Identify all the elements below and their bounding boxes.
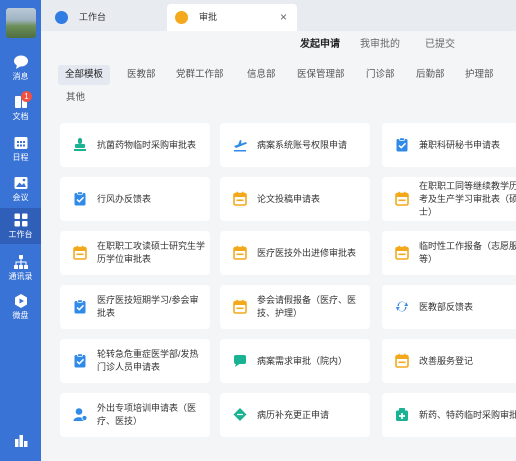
clipboard-check-icon (74, 191, 86, 206)
template-card-label: 新药、特药临时采购审批表 (419, 409, 516, 420)
calendar-icon (233, 191, 247, 206)
rail-label: 文档 (12, 112, 29, 121)
rail-item-meeting[interactable]: 会议 (0, 175, 41, 203)
category-all[interactable]: 全部模板 (58, 65, 111, 85)
person-icon (73, 408, 87, 421)
notification-badge: 1 (21, 91, 32, 102)
template-card-label: 参会请假报备（医疗、医技、护理） (257, 295, 357, 318)
rail-label: 消息 (12, 72, 29, 81)
rail-item-disk[interactable]: 微盘 (0, 293, 41, 321)
template-card-label: 行风办反馈表 (97, 193, 152, 204)
template-card[interactable]: 参会请假报备（医疗、医技、护理） (220, 285, 370, 329)
chat-icon (234, 355, 246, 367)
stamp-icon (74, 138, 86, 151)
calendar-icon (395, 245, 409, 260)
clipboard-check-icon (396, 137, 408, 152)
template-card[interactable]: 外出专项培训申请表（医疗、医技） (60, 393, 210, 437)
template-card[interactable]: 论文投稿申请表 (220, 177, 370, 221)
left-rail: 消息 文档 1 日程 会议 工作台 通讯录 微盘 (0, 0, 41, 461)
template-card-label: 兼职科研秘书申请表 (419, 139, 501, 150)
template-card[interactable]: 轮转急危重症医学部/发热门诊人员申请表 (60, 339, 210, 383)
category-item[interactable]: 党群工作部 (176, 65, 224, 85)
template-card-label: 在职职工攻读硕士研究生学历学位审批表 (97, 241, 206, 264)
category-item[interactable]: 门诊部 (366, 65, 395, 85)
category-item[interactable]: 医教部 (127, 65, 156, 85)
tab-label: 审批 (199, 12, 218, 22)
template-card-label: 医疗医技外出进修审批表 (257, 247, 357, 258)
template-card-label: 改善服务登记 (419, 355, 474, 366)
apps-icon (14, 435, 27, 447)
grid-icon (14, 213, 27, 227)
rail-item-calendar[interactable]: 日程 (0, 135, 41, 163)
template-card[interactable]: 在职职工同等继续教学历报考及生产学习审批表（硕士） (382, 177, 516, 221)
tab-workbench[interactable]: 工作台 (47, 4, 165, 31)
category-item[interactable]: 后勤部 (416, 65, 445, 85)
diamond-icon (233, 408, 247, 421)
calendar-icon (395, 191, 409, 206)
calendar-icon (395, 353, 409, 368)
segment-initiate[interactable]: 发起申请 (300, 35, 340, 50)
rail-item-apps[interactable] (0, 432, 41, 448)
template-card[interactable]: 行风办反馈表 (60, 177, 210, 221)
template-card-label: 病案系统账号权限申请 (257, 139, 348, 150)
template-card[interactable]: 医疗医技短期学习/参会审批表 (60, 285, 210, 329)
calendar-icon (233, 299, 247, 314)
rail-item-workbench[interactable]: 工作台 (0, 208, 41, 244)
clipboard-check-icon (74, 353, 86, 368)
segment-submitted[interactable]: 已提交 (425, 35, 455, 50)
tab-bar: 工作台 审批 × (41, 0, 516, 31)
rail-label: 工作台 (8, 230, 33, 239)
rail-label: 通讯录 (8, 272, 33, 281)
tab-label: 工作台 (79, 12, 107, 22)
rail-label: 日程 (12, 153, 29, 162)
template-card[interactable]: 医教部反馈表 (382, 285, 516, 329)
workbench-icon (55, 11, 68, 24)
contacts-icon (13, 255, 28, 269)
airplane-icon (234, 140, 247, 152)
close-icon[interactable]: × (280, 4, 287, 31)
rail-label: 会议 (12, 193, 29, 202)
template-card[interactable]: 新药、特药临时采购审批表 (382, 393, 516, 437)
template-card[interactable]: 病历补充更正申请 (220, 393, 370, 437)
template-card-label: 论文投稿申请表 (257, 193, 321, 204)
template-card-label: 抗菌药物临时采购审批表 (97, 139, 197, 150)
approval-icon (175, 11, 188, 24)
tab-approval[interactable]: 审批 × (167, 4, 297, 31)
medicine-icon (396, 408, 408, 421)
chat-bubble-icon (13, 55, 28, 69)
template-card[interactable]: 病案系统账号权限申请 (220, 123, 370, 167)
cloud-disk-icon (14, 294, 27, 308)
calendar-icon (233, 245, 247, 260)
template-card-label: 医教部反馈表 (419, 301, 474, 312)
segment-my-approvals[interactable]: 我审批的 (360, 35, 400, 50)
calendar-icon (14, 137, 27, 149)
template-card-label: 病案需求审批（院内） (257, 355, 348, 366)
template-card[interactable]: 临时性工作报备（志愿服务等） (382, 231, 516, 275)
rail-item-messages[interactable]: 消息 (0, 54, 41, 82)
rail-label: 微盘 (12, 311, 29, 320)
rail-item-contacts[interactable]: 通讯录 (0, 254, 41, 282)
clipboard-check-icon (74, 299, 86, 314)
main-panel: 发起申请 我审批的 已提交 全部模板 医教部 党群工作部 信息部 医保管理部 门… (41, 31, 516, 461)
template-card[interactable]: 病案需求审批（院内） (220, 339, 370, 383)
calendar-icon (73, 245, 87, 260)
template-card[interactable]: 医疗医技外出进修审批表 (220, 231, 370, 275)
avatar[interactable] (6, 8, 36, 38)
category-item[interactable]: 信息部 (247, 65, 276, 85)
template-card-label: 病历补充更正申请 (257, 409, 330, 420)
template-card-label: 临时性工作报备（志愿服务等） (419, 241, 516, 264)
template-card-label: 轮转急危重症医学部/发热门诊人员申请表 (97, 349, 199, 372)
refresh-icon (396, 301, 408, 312)
template-card[interactable]: 兼职科研秘书申请表 (382, 123, 516, 167)
template-card-label: 医疗医技短期学习/参会审批表 (97, 295, 199, 318)
template-card[interactable]: 抗菌药物临时采购审批表 (60, 123, 210, 167)
category-item[interactable]: 其他 (66, 88, 85, 108)
category-item[interactable]: 医保管理部 (297, 65, 345, 85)
template-card-label: 外出专项培训申请表（医疗、医技） (97, 403, 197, 426)
template-card[interactable]: 在职职工攻读硕士研究生学历学位审批表 (60, 231, 210, 275)
category-item[interactable]: 护理部 (465, 65, 494, 85)
template-card-label: 在职职工同等继续教学历报考及生产学习审批表（硕士） (419, 180, 516, 217)
template-card[interactable]: 改善服务登记 (382, 339, 516, 383)
meeting-icon (14, 177, 27, 189)
